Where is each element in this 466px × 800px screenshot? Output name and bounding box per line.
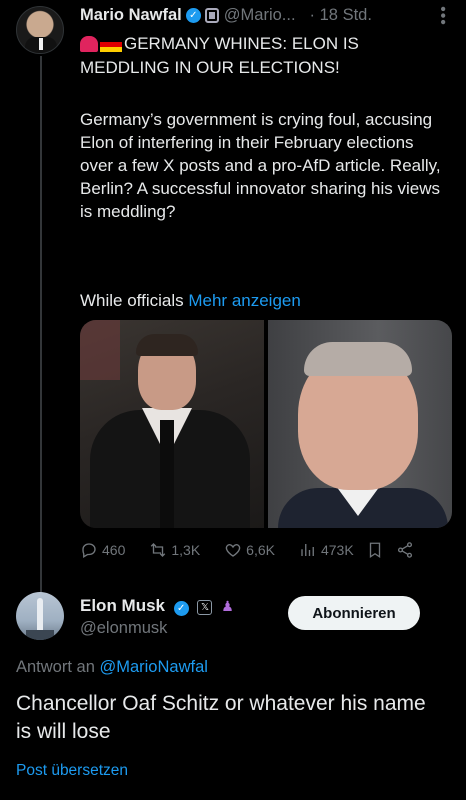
media-image-scholz[interactable] <box>268 320 452 528</box>
reply-author-name[interactable]: Elon Musk <box>80 596 165 615</box>
reply-text: Chancellor Oaf Schitz or whatever his na… <box>16 692 426 743</box>
follow-button[interactable]: Abonnieren <box>288 596 420 630</box>
avatar-rocket <box>37 598 43 632</box>
germany-flag-icon <box>100 37 122 53</box>
reply-author-avatar[interactable] <box>16 592 64 640</box>
more-options-icon[interactable]: ••• <box>433 6 451 26</box>
like-count: 6,6K <box>246 542 275 558</box>
image-hair <box>304 342 412 376</box>
share-icon <box>397 542 412 558</box>
post-headline: GERMANY WHINES: ELON IS MEDDLING IN OUR … <box>80 32 450 79</box>
image-tie <box>160 420 174 528</box>
author-handle[interactable]: @Mario... <box>224 6 296 25</box>
author-name[interactable]: Mario Nawfal <box>80 6 182 25</box>
media-image-elon[interactable] <box>80 320 264 528</box>
reply-context: Antwort an @MarioNawfal <box>16 658 208 677</box>
views-count: 473K <box>320 542 354 558</box>
share-button[interactable] <box>396 541 414 559</box>
reply-header: Elon Musk ✓ 𝕏 ♟ <box>80 596 234 616</box>
people-badge-icon: ♟ <box>221 598 234 614</box>
like-icon <box>225 544 241 557</box>
views-icon <box>301 544 314 556</box>
repost-count: 1,3K <box>171 542 201 558</box>
author-avatar[interactable] <box>16 6 64 54</box>
repost-icon <box>151 543 166 557</box>
post-media[interactable] <box>80 320 452 528</box>
post-truncated: While officials Mehr anzeigen <box>80 289 450 312</box>
bookmark-button[interactable] <box>366 541 384 559</box>
post-paragraph: Germany’s government is crying foul, acc… <box>80 110 441 221</box>
truncated-text: While officials <box>80 291 184 310</box>
bookmark-icon <box>369 542 380 559</box>
reply-button[interactable]: 460 <box>80 541 125 559</box>
translate-post-link[interactable]: Post übersetzen <box>16 762 128 780</box>
post-timestamp[interactable]: · 18 Std. <box>310 6 372 25</box>
image-hair <box>136 334 198 356</box>
reply-author-handle[interactable]: @elonmusk <box>80 619 167 638</box>
post-action-bar: 460 1,3K 6,6K 473K <box>80 541 452 559</box>
avatar-shirt <box>39 38 43 50</box>
verified-icon: ✓ <box>173 601 189 616</box>
post-header: Mario Nawfal ✓ @Mario... · 18 Std. ••• <box>80 6 452 26</box>
affiliate-badge-icon <box>204 8 219 23</box>
views-button[interactable]: 473K <box>299 541 354 559</box>
reply-count: 460 <box>102 542 126 558</box>
siren-icon <box>80 36 98 53</box>
reply-prefix: Antwort an <box>16 658 95 676</box>
show-more-link[interactable]: Mehr anzeigen <box>188 291 300 310</box>
thread-connector-line <box>40 56 42 596</box>
avatar-launchpad <box>26 630 54 640</box>
reply-mention-link[interactable]: @MarioNawfal <box>99 658 207 676</box>
repost-button[interactable]: 1,3K <box>149 541 200 559</box>
reply-icon <box>82 543 96 558</box>
headline-emoji <box>80 33 122 56</box>
verified-icon: ✓ <box>185 8 201 23</box>
x-badge-icon: 𝕏 <box>197 600 213 615</box>
image-background <box>80 320 120 380</box>
like-button[interactable]: 6,6K <box>224 541 275 559</box>
